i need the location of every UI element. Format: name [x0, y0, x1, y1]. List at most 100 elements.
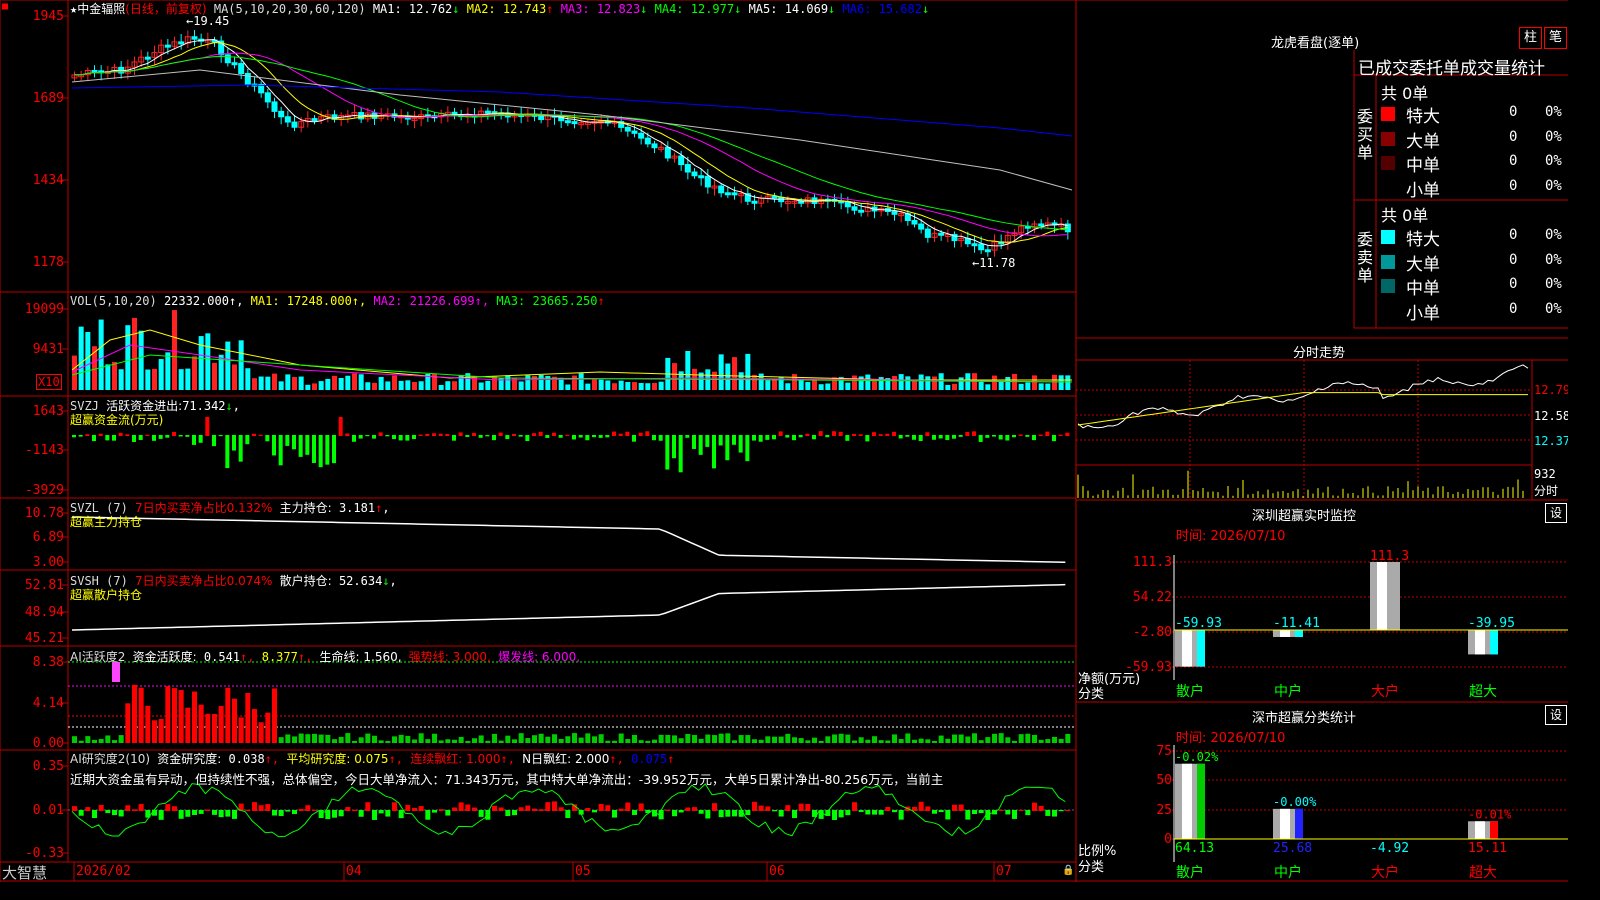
ai2-bar — [212, 810, 217, 815]
ai2-bar — [1045, 810, 1051, 816]
ai1-bar — [345, 733, 351, 743]
ai2-bar — [98, 805, 104, 811]
svzj-bar — [492, 435, 496, 441]
svzj-bar — [932, 435, 936, 440]
sell-swatch-3 — [1381, 303, 1395, 318]
svzj-bar — [392, 435, 396, 440]
volume-bar — [272, 373, 277, 390]
svzj-bar — [352, 435, 356, 442]
svzj-bar — [898, 435, 903, 439]
ai1-bar — [1058, 738, 1064, 743]
ma-value-3: MA3: 12.823 — [553, 2, 641, 16]
candle-body — [731, 192, 738, 196]
cls-bar-1 — [1273, 808, 1303, 839]
svzj-bar — [952, 435, 956, 439]
svzj-bar — [105, 435, 110, 441]
volume-bar — [245, 368, 251, 390]
sz-ytick-0: 111.3 — [1133, 555, 1172, 570]
bar-mode-button[interactable]: 柱 — [1519, 27, 1542, 49]
ai1-bar — [565, 736, 571, 743]
ai1-bar — [1012, 740, 1017, 743]
candle-body — [651, 143, 658, 149]
svzj-bar — [885, 433, 890, 436]
sz-bar-label-1: -11.41 — [1273, 616, 1320, 631]
cls-bar-label-1: -0.00% — [1273, 795, 1317, 809]
sz-settings-button[interactable]: 设 — [1545, 503, 1567, 523]
svzj-bar — [138, 435, 143, 440]
svzj-bar — [805, 433, 810, 436]
svzj-bar — [672, 435, 676, 459]
ai2-bar — [805, 803, 811, 811]
svzj-bar — [998, 435, 1003, 440]
volume-bar — [672, 363, 677, 390]
svzj-bar — [585, 435, 590, 441]
sz-bar-highlight-2 — [1377, 562, 1387, 630]
candle-body — [751, 200, 758, 204]
ai2-bar — [172, 806, 177, 811]
buy-orders-label: 委买单 — [1357, 107, 1374, 162]
ai1-bar — [118, 735, 124, 743]
vol-header: VOL(5,10,20) 22332.000↑, MA1: 17248.000↑… — [70, 294, 605, 308]
svzj-bar — [785, 435, 790, 438]
volume-bar — [712, 371, 717, 390]
ai2-bar — [478, 810, 484, 817]
ai2-bar — [592, 810, 597, 813]
ai2-bar — [425, 810, 431, 820]
svzj-bar — [78, 435, 83, 437]
volume-bar — [845, 382, 851, 390]
intraday-avg-line — [1077, 392, 1528, 426]
ai1-bar — [645, 740, 651, 743]
ai1-bar — [505, 735, 511, 743]
svzj-ytick-2: -3929 — [25, 483, 64, 498]
ma-prefix: MA(5,10,20,30,60,120) — [213, 2, 366, 16]
x-label-apr: 04 — [346, 864, 362, 879]
ai1-bar — [152, 720, 157, 743]
volume-bar — [132, 317, 137, 390]
ai2-bar — [198, 810, 204, 814]
ai1-bar — [778, 736, 784, 743]
ai1-bar — [72, 736, 77, 743]
ai2-bar — [685, 807, 691, 811]
ai1-bar — [158, 718, 164, 743]
ai1-bar — [338, 736, 344, 743]
ai1-bar — [925, 739, 931, 743]
svsh-line — [71, 583, 1066, 631]
candle-body — [724, 192, 731, 196]
menu-corner-icon[interactable]: ■ — [2, 1, 8, 12]
ai2-bar — [292, 810, 297, 815]
lock-icon[interactable]: 🔒 — [1062, 865, 1074, 876]
main-ytick-0: 1945 — [33, 9, 64, 24]
vol-scale-button[interactable]: X10 — [36, 374, 62, 390]
vol-ytick-0: 19099 — [25, 302, 64, 317]
svzj-bar — [778, 431, 783, 436]
ai1-bar — [372, 735, 377, 743]
volume-bar — [98, 319, 104, 390]
ai1-bar — [412, 739, 417, 743]
svzj-bars — [72, 417, 1070, 473]
tick-mode-button[interactable]: 笔 — [1544, 27, 1567, 49]
ai2-bar — [732, 810, 737, 817]
ai2-bar — [485, 810, 491, 820]
svsh-ytick-0: 52.81 — [25, 578, 64, 593]
svzj-bar — [872, 432, 876, 436]
volume-bar — [412, 382, 417, 390]
ai1-bar — [785, 733, 791, 743]
candle-body — [564, 120, 571, 124]
ai2-bar — [152, 810, 157, 816]
stock-name[interactable]: 中金辐照 — [77, 2, 125, 16]
ai2-bar — [852, 802, 857, 811]
ai2-bar — [612, 810, 617, 818]
ai1-bar — [92, 739, 97, 743]
svzj-bar — [212, 435, 216, 447]
volume-bar — [1058, 375, 1064, 390]
lhb-subtitle: 已成交委托单成交量统计 — [1358, 59, 1545, 79]
volume-bar — [932, 376, 937, 390]
sell-row-value-1: 0 — [1509, 251, 1518, 268]
ai2-bar — [1052, 810, 1057, 817]
volume-bar — [732, 357, 737, 390]
ai1-bar — [878, 740, 884, 743]
cls-settings-button[interactable]: 设 — [1545, 705, 1567, 725]
ai1-bar — [1065, 733, 1071, 743]
buy-total: 共 0单 — [1381, 84, 1429, 103]
svzj-bar — [1005, 435, 1010, 441]
